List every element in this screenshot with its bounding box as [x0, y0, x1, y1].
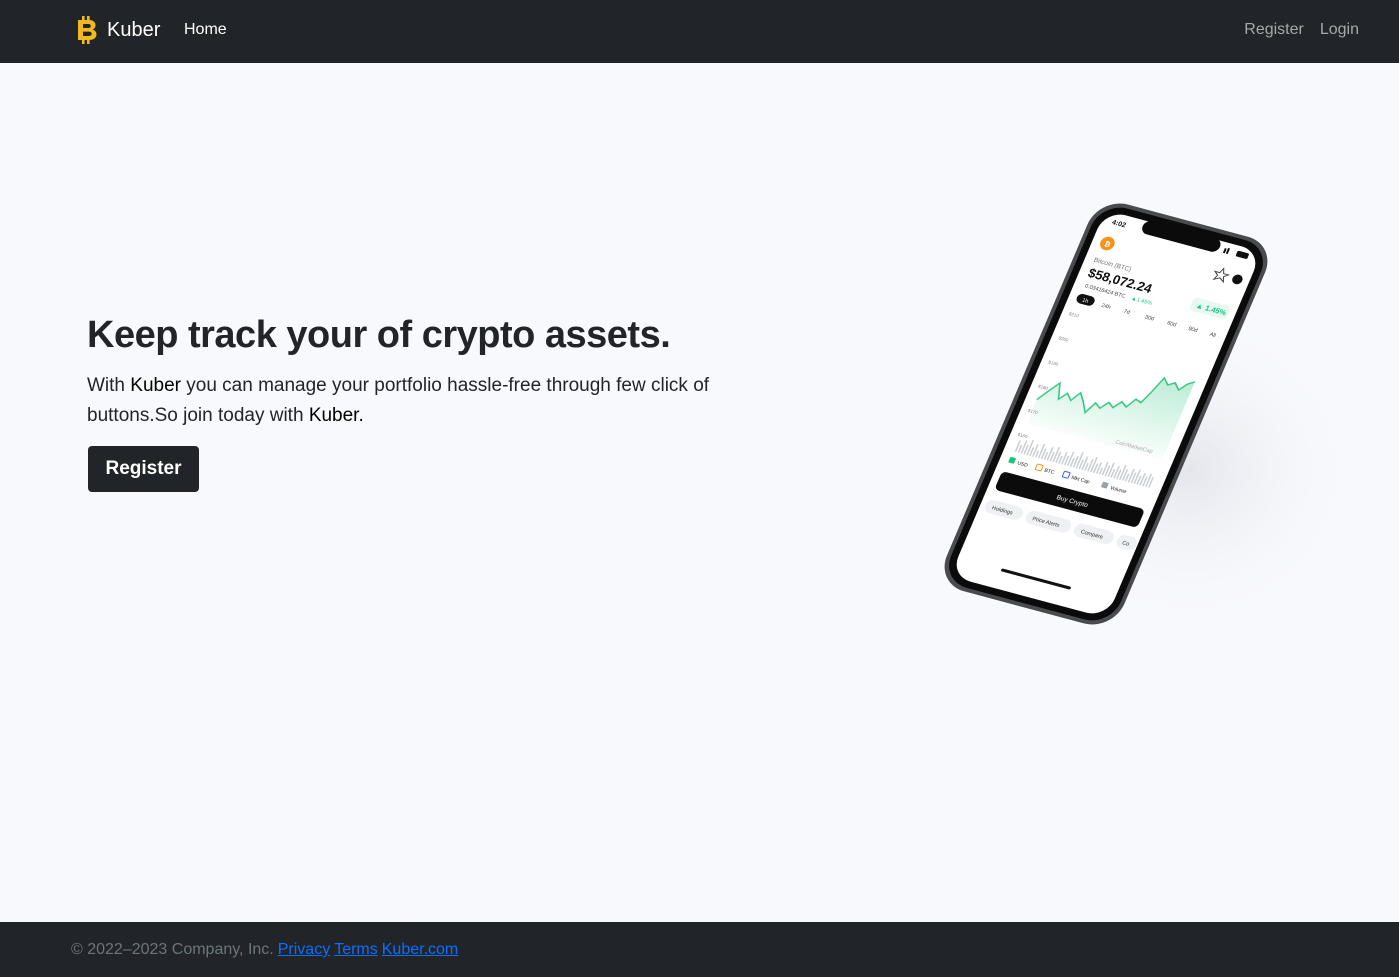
nav-register-link[interactable]: Register	[1244, 21, 1304, 39]
hero-title: Keep track your of crypto assets.	[87, 314, 671, 356]
hero-register-button[interactable]: Register	[88, 446, 199, 492]
footer-site-link[interactable]: Kuber.com	[382, 941, 458, 958]
lead-brand-2: Kuber.	[308, 405, 364, 426]
footer-text: © 2022–2023 Company, Inc. Privacy Terms Kub…	[71, 941, 458, 959]
nav-auth-links: Register Login	[1244, 21, 1359, 39]
footer-privacy-link[interactable]: Privacy	[278, 941, 330, 958]
bitcoin-logo-icon	[78, 16, 97, 44]
top-navbar: Kuber Home Register Login	[0, 0, 1399, 63]
brand-name: Kuber	[107, 18, 161, 41]
phone-mockup-image: 4:02 ₿ Bitcoin (BTC) $58,072.24 0.034164…	[944, 203, 1360, 630]
hero-section: Keep track your of crypto assets. With K…	[87, 314, 747, 431]
lead-text-2: you can manage your portfolio hassle-fre…	[87, 375, 710, 426]
lead-text-1: With	[87, 375, 131, 396]
lead-brand-1: Kuber	[130, 375, 181, 396]
brand-link[interactable]: Kuber	[76, 16, 160, 44]
footer-terms-link[interactable]: Terms	[334, 941, 378, 958]
footer: © 2022–2023 Company, Inc. Privacy Terms Kub…	[0, 922, 1399, 977]
phone-illustration: 4:02 ₿ Bitcoin (BTC) $58,072.24 0.034164…	[860, 180, 1360, 650]
nav-home-link[interactable]: Home	[184, 21, 227, 39]
nav-login-link[interactable]: Login	[1320, 21, 1359, 39]
hero-description: With Kuber you can manage your portfolio…	[87, 371, 747, 431]
footer-copyright: © 2022–2023 Company, Inc.	[71, 941, 274, 958]
